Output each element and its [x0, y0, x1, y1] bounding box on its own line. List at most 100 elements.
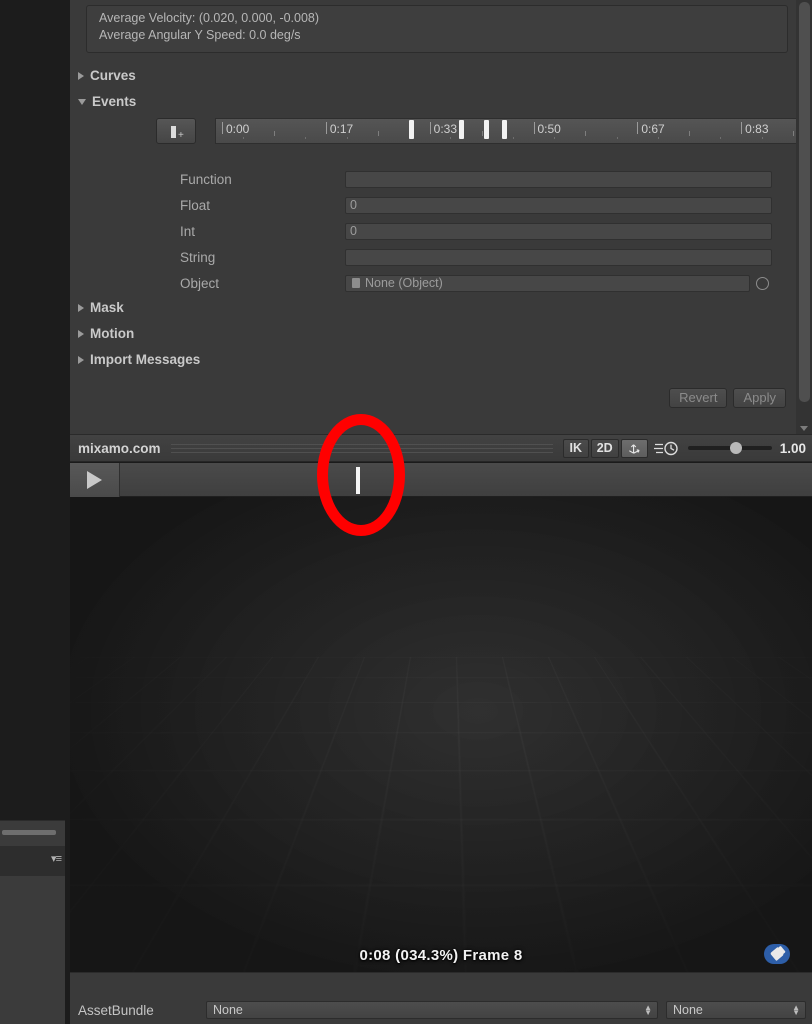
- foldout-import-messages[interactable]: Import Messages: [78, 349, 200, 370]
- ruler-sub-tick: [554, 137, 556, 139]
- foldout-motion[interactable]: Motion: [78, 323, 134, 344]
- speed-value: 1.00: [779, 440, 806, 456]
- int-input[interactable]: 0: [345, 222, 772, 240]
- ruler-minor-tick: [585, 131, 587, 136]
- ruler-sub-tick: [720, 137, 722, 139]
- play-icon: [87, 471, 102, 489]
- foldout-curves[interactable]: Curves: [78, 65, 136, 86]
- ruler-major-tick: [741, 122, 743, 134]
- event-field-float[interactable]: Float 0: [70, 192, 812, 218]
- chevron-down-icon: [78, 98, 86, 105]
- plus-glyph: +: [178, 130, 184, 141]
- speed-slider[interactable]: [687, 442, 772, 454]
- animation-preview-viewport[interactable]: 0:08 (034.3%) Frame 8: [70, 497, 812, 972]
- ruler-sub-tick: [242, 137, 244, 139]
- variant-value: None: [673, 1003, 703, 1017]
- average-velocity-text: Average Velocity: (0.020, 0.000, -0.008): [99, 11, 320, 25]
- pivot-axis-button[interactable]: [620, 438, 648, 458]
- string-input[interactable]: [345, 248, 772, 266]
- ruler-label: 0:50: [537, 122, 561, 136]
- event-field-object[interactable]: Object None (Object): [70, 270, 812, 296]
- ruler-major-tick: [533, 122, 535, 134]
- ruler-sub-tick: [658, 137, 660, 139]
- revert-button[interactable]: Revert: [669, 388, 728, 408]
- ruler-sub-tick: [616, 137, 618, 139]
- object-field[interactable]: None (Object): [345, 274, 750, 292]
- assetbundle-row: AssetBundle None ▲ ▼ None ▲ ▼: [70, 998, 812, 1022]
- left-background-column: ▾≡: [0, 0, 70, 1024]
- ruler-major-tick: [222, 122, 223, 134]
- animation-event-marker[interactable]: [408, 120, 414, 139]
- ruler-minor-tick: [273, 131, 275, 136]
- playback-speed-icon: [653, 441, 678, 455]
- preview-toolbar: mixamo.com IK 2D 1.00: [70, 434, 812, 462]
- play-button[interactable]: [70, 463, 120, 497]
- event-field-function[interactable]: Function: [70, 166, 812, 192]
- apply-button[interactable]: Apply: [733, 388, 786, 408]
- event-field-string[interactable]: String: [70, 244, 812, 270]
- ruler-sub-tick: [305, 137, 307, 139]
- animation-event-marker[interactable]: [502, 120, 508, 139]
- foldout-mask[interactable]: Mask: [78, 297, 124, 318]
- left-panel-body: [0, 876, 65, 1024]
- inspector-scrollbar[interactable]: [796, 0, 812, 434]
- left-panel-slider-strip[interactable]: [0, 820, 65, 846]
- scroll-down-arrow-icon[interactable]: [800, 426, 808, 431]
- ruler-minor-tick: [793, 131, 795, 136]
- foldout-label: Import Messages: [90, 352, 201, 367]
- foldout-events[interactable]: Events: [78, 91, 136, 112]
- field-label: Int: [180, 223, 196, 239]
- speed-slider-knob[interactable]: [729, 442, 742, 454]
- 2d-toggle-button[interactable]: 2D: [590, 438, 619, 458]
- playhead-marker[interactable]: [356, 467, 360, 494]
- ik-toggle-button[interactable]: IK: [562, 438, 589, 458]
- ruler-label: 0:00: [226, 122, 250, 136]
- preview-status-text: 0:08 (034.3%) Frame 8: [359, 947, 523, 964]
- ruler-label: 0:67: [641, 122, 665, 136]
- chevron-right-icon: [78, 329, 84, 338]
- unity-editor-screen: ▾≡ Average Velocity: (0.020, 0.000, -0.0…: [0, 0, 812, 1024]
- left-panel-slider[interactable]: [2, 830, 56, 835]
- playback-speed-control[interactable]: 1.00: [653, 440, 806, 457]
- chevron-updown-icon: ▲ ▼: [644, 1003, 652, 1017]
- assetbundle-dropdown[interactable]: None ▲ ▼: [206, 1001, 658, 1019]
- preview-title: mixamo.com: [78, 440, 161, 456]
- ruler-major-tick: [637, 122, 639, 134]
- field-label: Function: [180, 171, 232, 187]
- add-event-icon: [171, 126, 176, 138]
- ruler-sub-tick: [512, 137, 514, 139]
- ruler-label: 0:17: [329, 122, 354, 136]
- assetbundle-value: None: [213, 1003, 243, 1017]
- events-time-ruler[interactable]: 0:000:170:330:500:670:831:00: [215, 118, 812, 144]
- float-input[interactable]: 0: [345, 196, 772, 214]
- playback-bar[interactable]: [70, 463, 812, 497]
- chevron-right-icon: [78, 303, 84, 312]
- ruler-major-tick: [325, 122, 327, 134]
- animation-event-marker[interactable]: [483, 120, 489, 139]
- animation-event-marker[interactable]: [458, 120, 464, 139]
- foldout-label: Events: [92, 94, 137, 109]
- average-angular-speed-text: Average Angular Y Speed: 0.0 deg/s: [99, 28, 301, 42]
- scrollbar-thumb[interactable]: [799, 2, 810, 402]
- ruler-minor-tick: [689, 131, 691, 136]
- ruler-sub-tick: [450, 137, 452, 139]
- assetbundle-label: AssetBundle: [78, 1002, 154, 1018]
- ruler-major-tick: [429, 122, 431, 134]
- object-picker-icon[interactable]: [756, 276, 769, 290]
- pivot-axis-icon: [628, 443, 640, 454]
- chevron-updown-icon: ▲ ▼: [792, 1003, 800, 1017]
- inspector-action-buttons: Revert Apply: [669, 388, 786, 408]
- hamburger-menu-icon[interactable]: ▾≡: [51, 854, 62, 865]
- function-input[interactable]: [345, 170, 772, 188]
- assetbundle-variant-dropdown[interactable]: None ▲ ▼: [666, 1001, 806, 1019]
- events-timeline-row: + 0:000:170:330:500:670:831:00: [156, 116, 812, 148]
- toolbar-divider: [170, 441, 553, 456]
- field-label: Object: [180, 275, 220, 291]
- chevron-right-icon: [78, 355, 84, 364]
- add-event-button[interactable]: +: [156, 118, 196, 144]
- event-field-int[interactable]: Int 0: [70, 218, 812, 244]
- animation-info-box: Average Velocity: (0.020, 0.000, -0.008)…: [86, 5, 788, 53]
- asset-label-icon: [769, 946, 785, 962]
- object-field-value: None (Object): [365, 275, 443, 290]
- asset-label-badge[interactable]: [764, 944, 790, 964]
